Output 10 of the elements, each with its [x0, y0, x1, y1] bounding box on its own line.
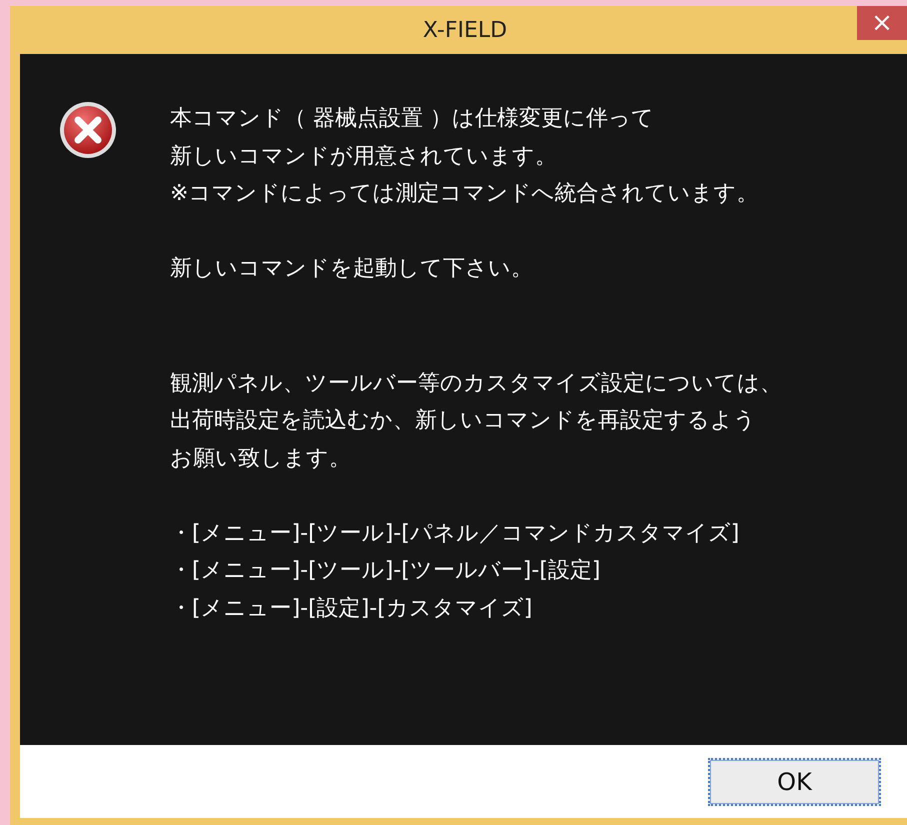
menu-path: ・[メニュー]-[ツール]-[パネル／コマンドカスタマイズ] — [170, 520, 740, 548]
menu-path: ・[メニュー]-[ツール]-[ツールバー]-[設定] — [170, 557, 602, 585]
menu-path: ・[メニュー]-[設定]-[カスタマイズ] — [170, 594, 534, 622]
message-paragraph: 本コマンド（ 器械点設置 ）は仕様変更に伴って 新しいコマンドが用意されています。 ※コマンドによっては測定コマンドへ統合されています。 — [170, 105, 760, 208]
close-button[interactable]: × — [857, 6, 907, 40]
message-paragraph: 新しいコマンドを起動して下さい。 — [170, 255, 534, 283]
error-icon — [58, 100, 118, 160]
ok-button[interactable]: OK — [708, 758, 881, 806]
window-title: X-FIELD — [422, 18, 508, 42]
message-paragraph: 観測パネル、ツールバー等のカスタマイズ設定については、 出荷時設定を読込むか、新しいコマンドを再設定するよう お願い致します。 — [170, 370, 782, 472]
